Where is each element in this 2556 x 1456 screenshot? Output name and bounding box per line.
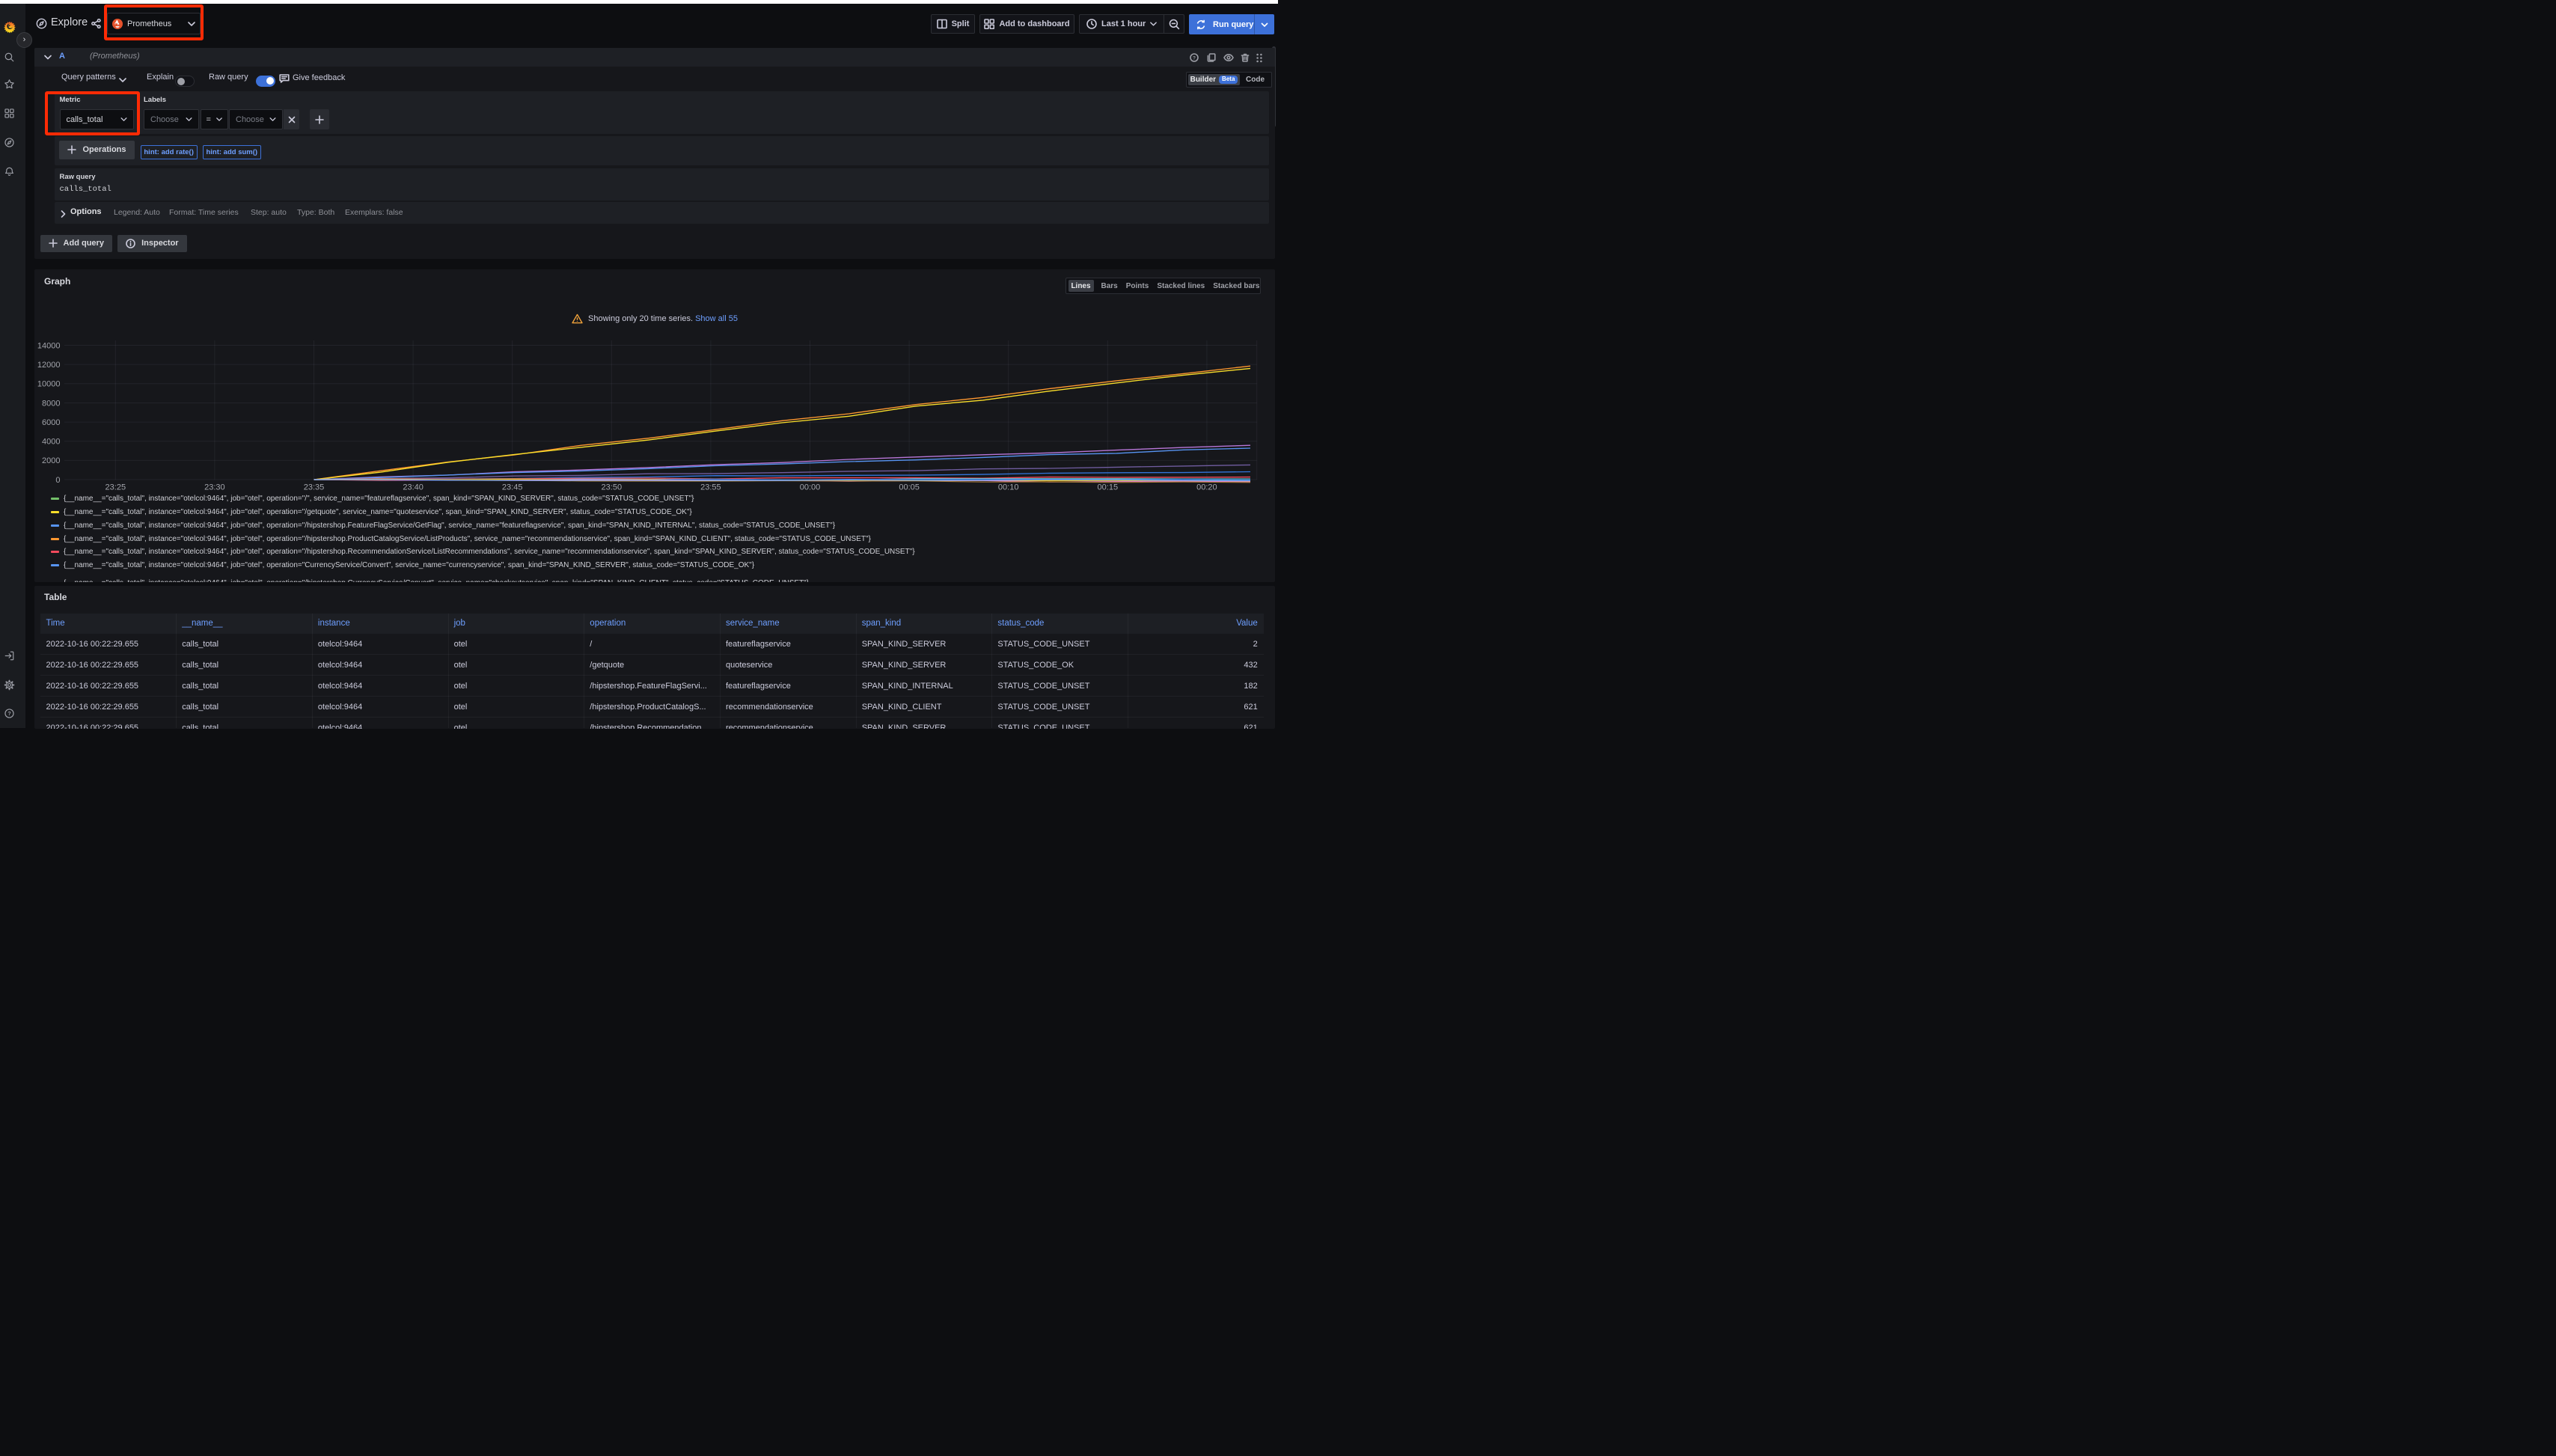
svg-text:12000: 12000: [37, 361, 61, 370]
svg-text:0: 0: [55, 476, 60, 485]
svg-text:4000: 4000: [42, 438, 60, 447]
svg-text:23:35: 23:35: [304, 483, 325, 492]
svg-text:23:50: 23:50: [602, 483, 623, 492]
svg-text:14000: 14000: [37, 341, 61, 350]
svg-text:00:00: 00:00: [800, 483, 821, 492]
svg-text:00:05: 00:05: [899, 483, 920, 492]
svg-text:10000: 10000: [37, 380, 61, 389]
svg-text:00:20: 00:20: [1196, 483, 1217, 492]
svg-text:6000: 6000: [42, 418, 60, 427]
svg-text:2000: 2000: [42, 456, 60, 465]
svg-text:00:15: 00:15: [1098, 483, 1119, 492]
svg-text:23:30: 23:30: [204, 483, 225, 492]
svg-text:?: ?: [7, 711, 10, 717]
svg-text:23:45: 23:45: [502, 483, 523, 492]
svg-text:23:55: 23:55: [700, 483, 721, 492]
svg-text:?: ?: [1193, 55, 1196, 61]
svg-text:00:10: 00:10: [998, 483, 1019, 492]
svg-text:23:40: 23:40: [403, 483, 424, 492]
svg-text:23:25: 23:25: [106, 483, 126, 492]
svg-text:8000: 8000: [42, 399, 60, 408]
